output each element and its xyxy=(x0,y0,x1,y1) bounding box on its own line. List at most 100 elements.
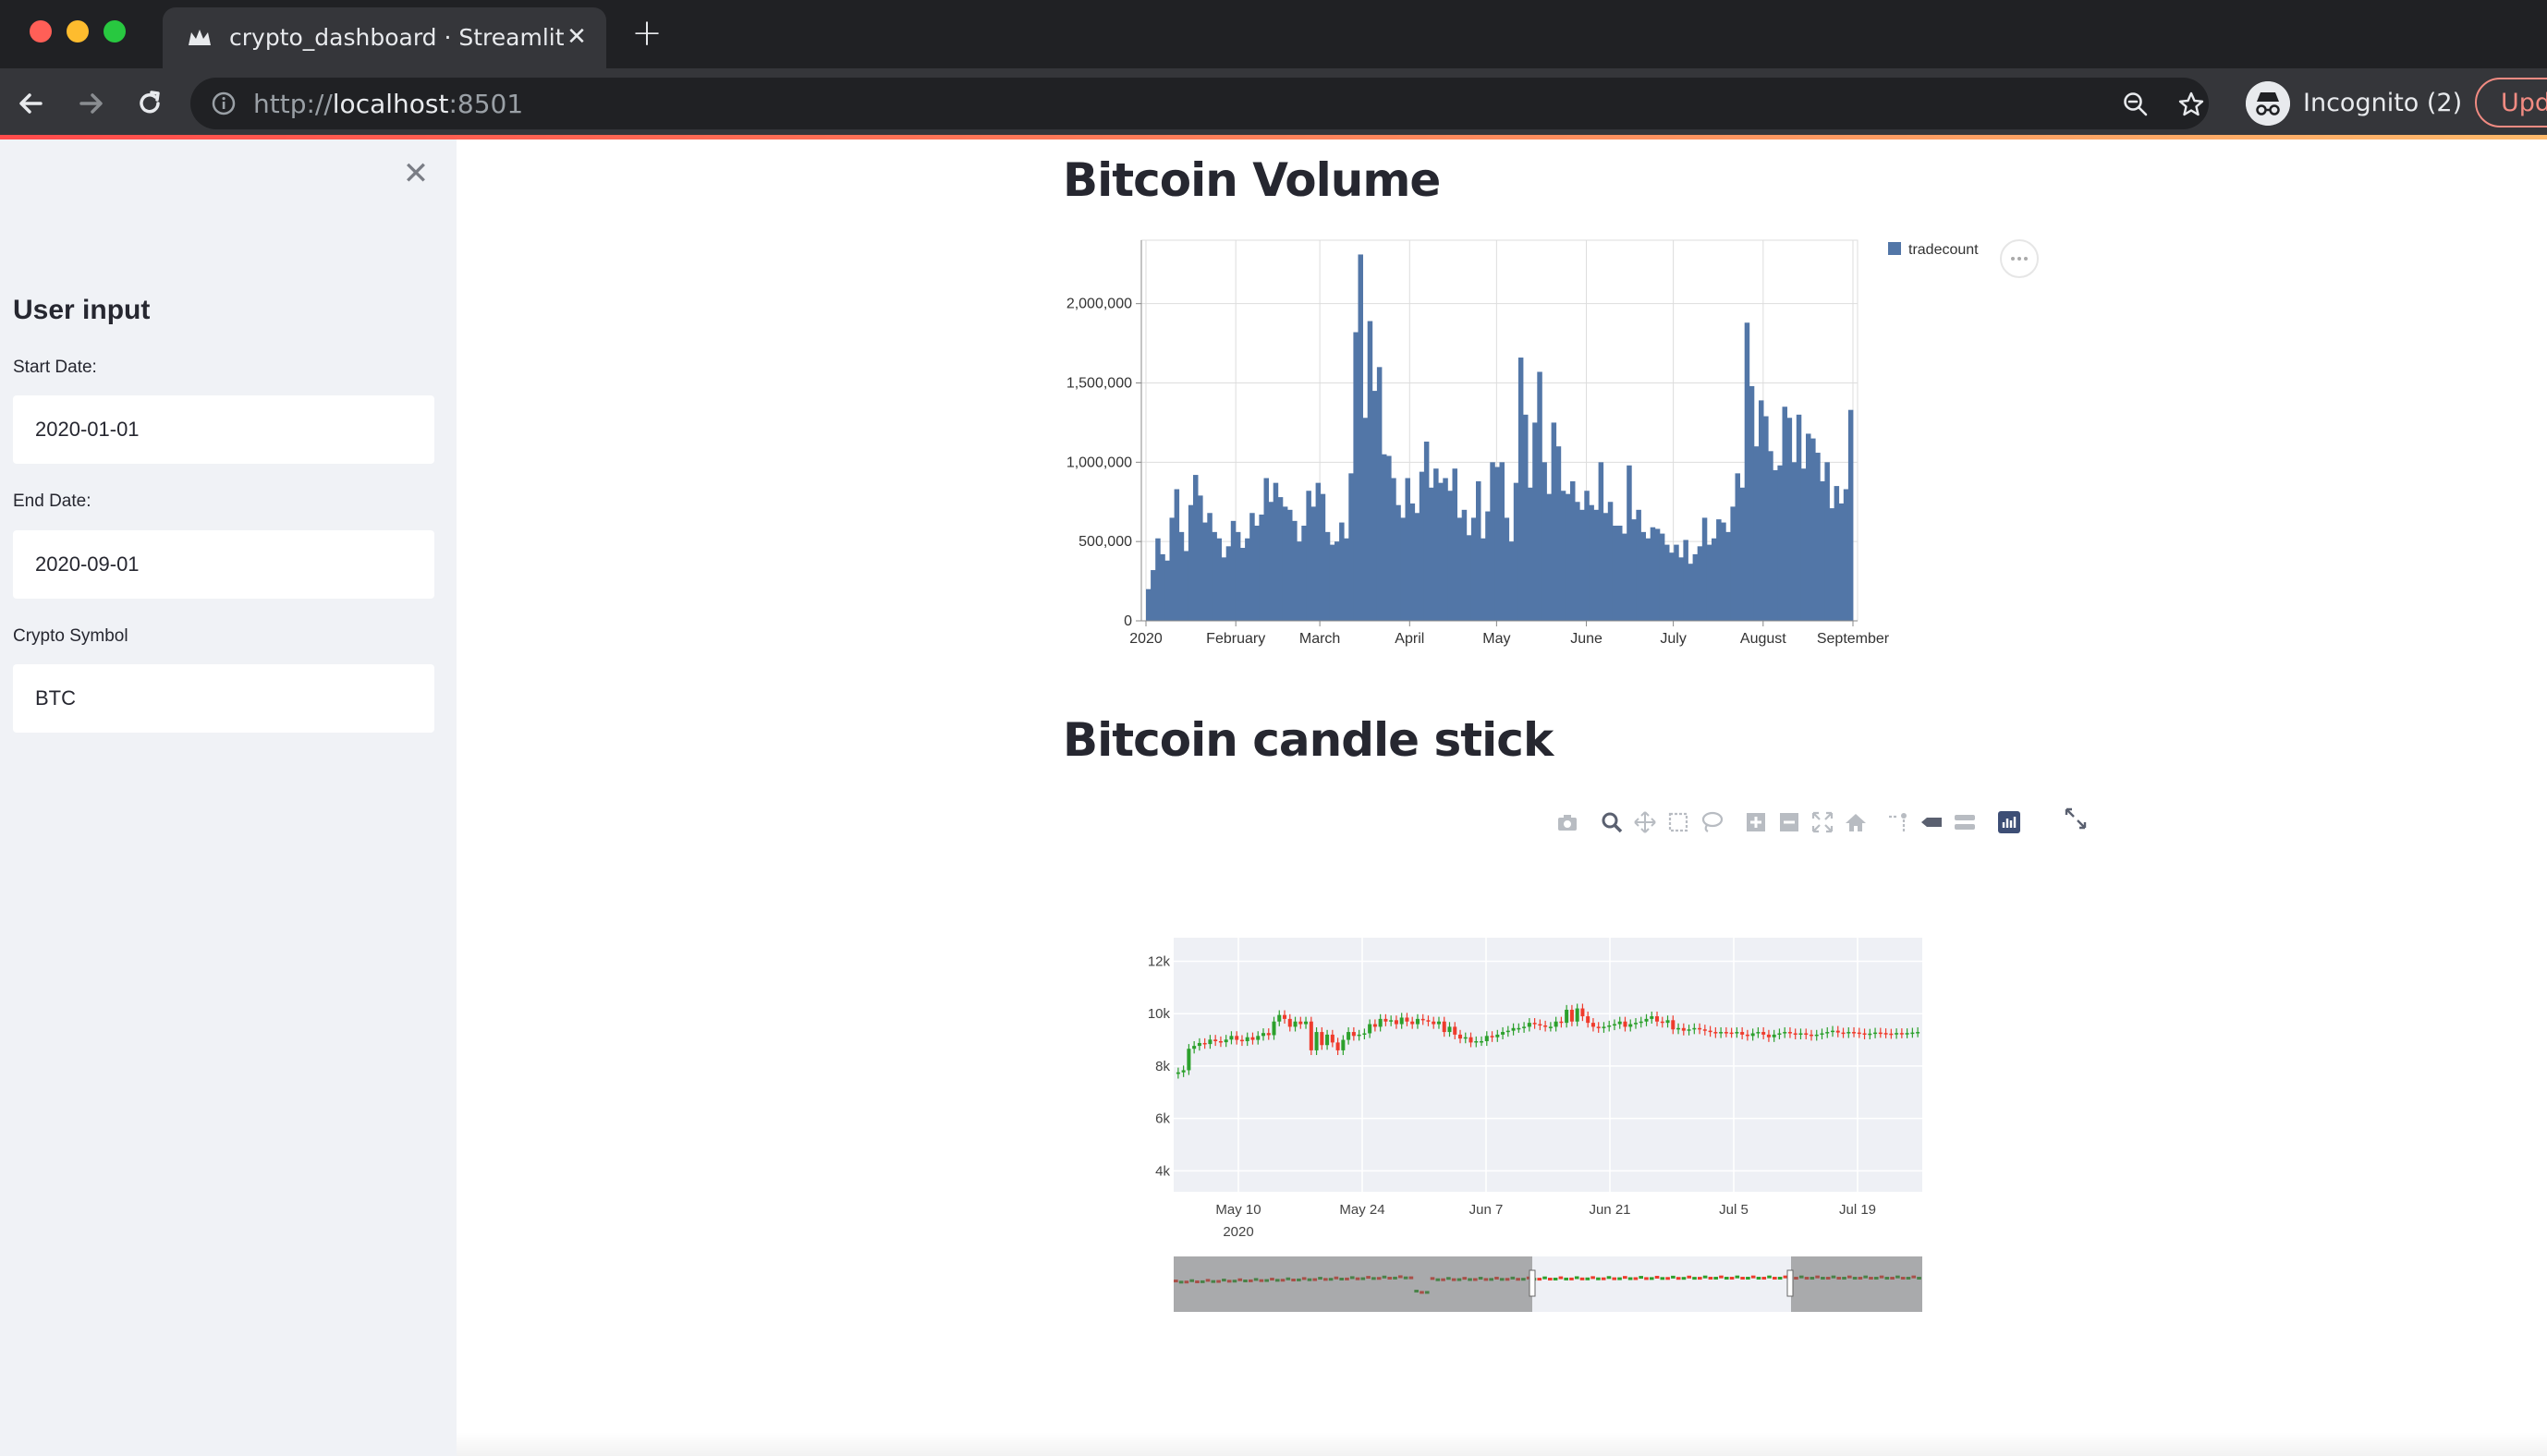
candle-body xyxy=(1569,1009,1574,1022)
volume-bar-chart[interactable]: 2020 February March April May June July August S… xyxy=(1054,222,2052,656)
fullscreen-icon[interactable] xyxy=(2063,806,2089,831)
x-tick-label: May xyxy=(1482,631,1510,647)
incognito-indicator[interactable]: Incognito (2) xyxy=(2240,76,2462,131)
candle-body xyxy=(1480,1040,1484,1043)
hover-closest-icon[interactable] xyxy=(1919,809,1944,835)
volume-bar xyxy=(1443,478,1448,621)
site-info-icon[interactable] xyxy=(211,91,237,116)
volume-bar xyxy=(1575,502,1580,621)
volume-bar xyxy=(1570,480,1576,621)
volume-bar xyxy=(1810,438,1816,621)
candle-body xyxy=(1436,1021,1441,1025)
volume-bar xyxy=(1301,526,1307,621)
x-tick-label: 2020 xyxy=(1129,631,1163,647)
volume-bar xyxy=(1560,491,1566,621)
candle-body xyxy=(1740,1032,1745,1035)
candle-body xyxy=(1399,1017,1404,1025)
volume-bar xyxy=(1730,506,1736,621)
zoom-in-icon[interactable] xyxy=(1743,809,1769,835)
candle-y-tick-label: 8k xyxy=(1155,1059,1170,1074)
volume-bar xyxy=(1598,462,1604,621)
candle-body xyxy=(1261,1033,1266,1037)
candle-body xyxy=(1432,1021,1436,1025)
tab-close-icon[interactable]: ✕ xyxy=(562,22,591,52)
y-tick-label: 500,000 xyxy=(1079,534,1132,550)
start-date-input[interactable]: 2020-01-01 xyxy=(13,395,434,464)
candle-body xyxy=(1841,1032,1846,1035)
volume-bar xyxy=(1160,553,1165,621)
slider-candle xyxy=(1612,1277,1617,1280)
volume-bar xyxy=(1151,570,1156,621)
close-sidebar-icon[interactable]: ✕ xyxy=(401,158,431,189)
volume-bar xyxy=(1386,455,1392,621)
plotly-logo-icon[interactable] xyxy=(1996,809,2022,835)
zoom-out-icon[interactable] xyxy=(2122,91,2150,118)
browser-tab[interactable]: crypto_dashboard · Streamlit ✕ xyxy=(163,7,606,68)
lasso-icon[interactable] xyxy=(1699,809,1724,835)
volume-bar xyxy=(1627,465,1632,621)
bookmark-star-icon[interactable] xyxy=(2177,91,2205,118)
volume-bar xyxy=(1164,560,1170,621)
volume-bar xyxy=(1517,358,1524,621)
candle-body xyxy=(1362,1033,1367,1035)
range-slider-handle-left[interactable] xyxy=(1529,1269,1536,1297)
candle-body xyxy=(1272,1021,1276,1036)
volume-bar xyxy=(1692,553,1699,621)
candle-body xyxy=(1368,1024,1372,1034)
volume-bar xyxy=(1843,489,1849,621)
close-window-button[interactable] xyxy=(30,20,52,42)
volume-bar xyxy=(1546,493,1552,621)
range-slider-handle-right[interactable] xyxy=(1786,1269,1794,1297)
box-select-icon[interactable] xyxy=(1665,809,1691,835)
volume-bar xyxy=(1768,451,1773,621)
candle-y-tick-label: 10k xyxy=(1148,1006,1171,1022)
address-bar[interactable]: http://localhost:8501 xyxy=(190,78,2209,129)
volume-bar xyxy=(1706,544,1712,621)
hover-compare-icon[interactable] xyxy=(1952,809,1978,835)
candle-body xyxy=(1655,1016,1660,1022)
candle-body xyxy=(1628,1024,1633,1027)
slider-candle xyxy=(1644,1277,1649,1280)
volume-bar xyxy=(1310,506,1316,621)
zoom-out-plot-icon[interactable] xyxy=(1776,809,1802,835)
volume-bar xyxy=(1782,406,1787,621)
candle-body xyxy=(1899,1033,1904,1035)
volume-bar xyxy=(1481,538,1486,621)
candle-body xyxy=(1650,1016,1654,1019)
slider-candle xyxy=(1708,1277,1713,1280)
reset-axes-icon[interactable] xyxy=(1843,809,1869,835)
candle-body xyxy=(1793,1033,1798,1035)
camera-icon[interactable] xyxy=(1554,809,1580,835)
volume-bar xyxy=(1193,475,1199,621)
candle-body xyxy=(1405,1017,1409,1022)
volume-bar xyxy=(1447,491,1453,621)
maximize-window-button[interactable] xyxy=(104,20,126,42)
plotly-modebar xyxy=(1554,806,2090,844)
volume-bar xyxy=(1438,482,1444,621)
volume-bar xyxy=(1282,506,1288,621)
slider-candle xyxy=(1681,1277,1687,1280)
autoscale-icon[interactable] xyxy=(1810,809,1835,835)
volume-bar xyxy=(1800,468,1807,621)
volume-bar xyxy=(1382,454,1387,621)
candle-body xyxy=(1415,1018,1420,1025)
candle-y-tick-label: 4k xyxy=(1155,1163,1170,1179)
back-arrow-icon[interactable] xyxy=(13,85,50,122)
reload-icon[interactable] xyxy=(131,85,168,122)
candlestick-chart[interactable]: 4k 6k 8k 10k 12k May 10 May 24 Jun 7 Jun 21 Jul 5… xyxy=(1127,924,1941,1330)
candle-body xyxy=(1256,1036,1261,1040)
candle-body xyxy=(1676,1027,1681,1030)
forward-arrow-icon[interactable] xyxy=(72,85,109,122)
end-date-input[interactable]: 2020-09-01 xyxy=(13,530,434,599)
pan-icon[interactable] xyxy=(1632,809,1658,835)
y-tick-label: 1,000,000 xyxy=(1066,455,1132,470)
incognito-icon xyxy=(2246,81,2290,126)
spike-lines-icon[interactable] xyxy=(1885,809,1911,835)
update-button[interactable]: Upd xyxy=(2475,78,2547,127)
crypto-symbol-input[interactable]: BTC xyxy=(13,664,434,733)
new-tab-button[interactable]: + xyxy=(628,15,665,54)
minimize-window-button[interactable] xyxy=(67,20,89,42)
volume-bar xyxy=(1198,495,1203,621)
zoom-icon[interactable] xyxy=(1599,809,1625,835)
volume-bar xyxy=(1603,513,1609,621)
